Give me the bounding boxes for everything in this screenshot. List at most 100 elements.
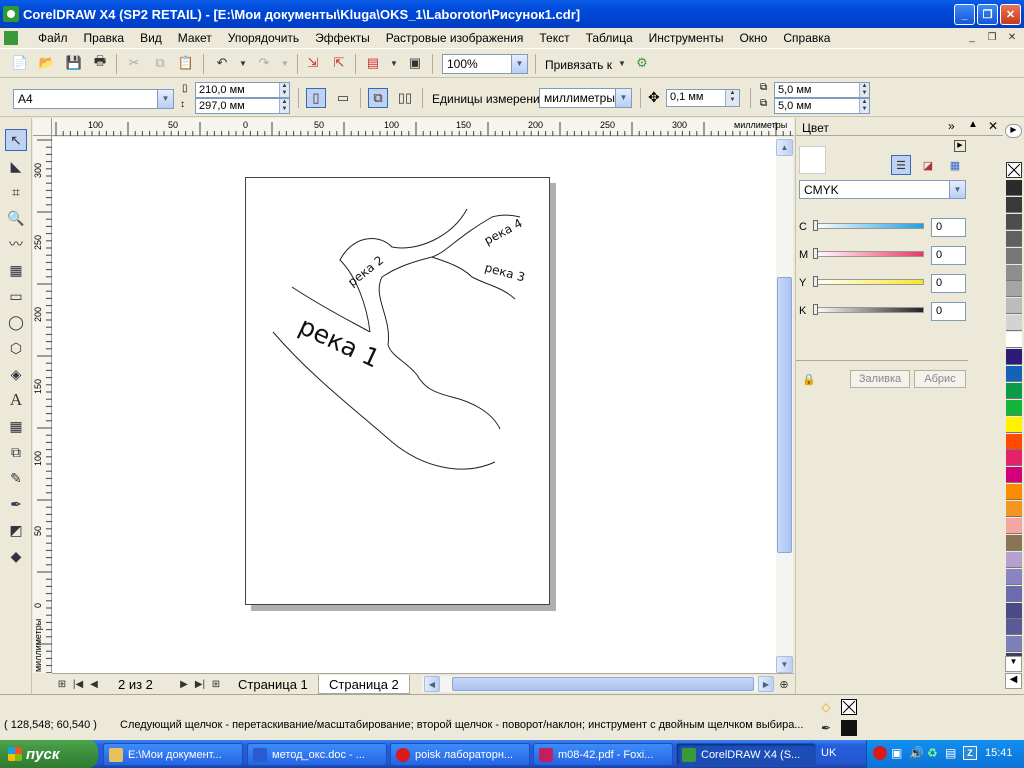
vertical-scroll-thumb[interactable] <box>777 277 792 553</box>
save-icon[interactable]: 💾 <box>64 53 84 73</box>
paper-type-combo[interactable]: A4 ▼ <box>13 89 174 109</box>
palette-swatch[interactable] <box>1006 433 1022 450</box>
palette-swatch[interactable] <box>1006 518 1022 534</box>
palette-swatch[interactable] <box>1006 213 1022 230</box>
open-folder-icon[interactable]: 📂 <box>37 53 57 73</box>
spin-updown-icon[interactable]: ▲ ▼ <box>279 83 289 97</box>
polygon-tool-icon[interactable]: ⬡ <box>5 337 27 359</box>
ruler-corner[interactable] <box>33 118 52 136</box>
menu-file[interactable]: Файл <box>30 28 76 48</box>
palette-swatch[interactable] <box>1006 264 1022 281</box>
outline-pen-icon[interactable]: ✒ <box>816 718 836 738</box>
doc-close-button[interactable]: ✕ <box>1004 30 1020 45</box>
horizontal-scroll-thumb[interactable] <box>452 677 754 691</box>
channel-value-field[interactable]: 0 <box>931 274 966 293</box>
palette-swatch[interactable] <box>1006 534 1022 551</box>
palette-swatch[interactable] <box>1006 501 1022 518</box>
undo-dropdown-icon[interactable]: ▼ <box>233 53 253 73</box>
chevron-down-icon[interactable]: ▼ <box>949 181 965 198</box>
palette-swatch[interactable] <box>1006 247 1022 264</box>
outline-color-swatch[interactable] <box>841 720 857 736</box>
zoom-level-combo[interactable]: 100% ▼ <box>442 54 528 74</box>
palette-swatch[interactable] <box>1006 416 1022 433</box>
antivirus-tray-icon[interactable]: ▤ <box>945 746 956 760</box>
new-document-icon[interactable]: 📄 <box>10 53 30 73</box>
fill-tool-icon[interactable]: ◩ <box>5 519 27 541</box>
import-icon[interactable]: ⇲ <box>303 53 323 73</box>
taskbar-item-opera[interactable]: poisk лабораторн... <box>390 743 530 766</box>
menu-window[interactable]: Окно <box>731 28 775 48</box>
duplicate-y-field[interactable]: 5,0 мм ▲ ▼ <box>774 98 870 114</box>
taskbar-item-word[interactable]: метод_окс.doc - ... <box>247 743 387 766</box>
palette-swatch[interactable] <box>1006 281 1022 298</box>
copy-icon[interactable]: ⧉ <box>150 53 170 73</box>
rectangle-tool-icon[interactable]: ▭ <box>5 285 27 307</box>
crop-tool-icon[interactable]: ⌗ <box>5 181 27 203</box>
channel-slider-track[interactable] <box>814 223 924 229</box>
docker-close-icon[interactable]: ✕ <box>988 119 998 133</box>
lock-icon[interactable]: 🔒 <box>799 369 819 389</box>
channel-slider-track[interactable] <box>814 307 924 313</box>
recycle-tray-icon[interactable]: ♻ <box>927 746 938 760</box>
print-icon[interactable]: 🖶 <box>90 53 110 73</box>
zoom-navigator-icon[interactable]: ⊕ <box>775 675 793 693</box>
palette-swatch[interactable] <box>1006 568 1022 585</box>
menu-layout[interactable]: Макет <box>170 28 220 48</box>
nudge-distance-field[interactable]: 0,1 мм ▲ ▼ <box>666 89 740 107</box>
chevron-down-icon[interactable]: ▼ <box>157 90 173 108</box>
scroll-up-icon[interactable]: ▲ <box>776 139 793 156</box>
page-height-field[interactable]: 297,0 мм ▲ ▼ <box>195 98 290 114</box>
menu-bitmaps[interactable]: Растровые изображения <box>378 28 532 48</box>
palette-swatch[interactable] <box>1006 382 1022 399</box>
menu-tools[interactable]: Инструменты <box>641 28 732 48</box>
no-color-swatch[interactable] <box>1006 162 1022 178</box>
river-1-right-bank[interactable] <box>387 344 501 430</box>
docker-expand-icon[interactable]: » <box>948 119 955 133</box>
vertical-scrollbar[interactable]: ▲ ▼ <box>776 137 793 673</box>
outline-tool-icon[interactable]: ✒ <box>5 493 27 515</box>
menu-table[interactable]: Таблица <box>578 28 641 48</box>
page-width-field[interactable]: 210,0 мм ▲ ▼ <box>195 82 290 98</box>
color-palettes-icon[interactable]: ▦ <box>945 155 965 175</box>
welcome-screen-icon[interactable]: ▣ <box>405 53 425 73</box>
options-icon[interactable]: ⚙ <box>632 53 652 73</box>
language-indicator[interactable]: UK <box>821 747 836 759</box>
palette-swatch[interactable] <box>1006 349 1022 365</box>
zoom-tool-icon[interactable]: 🔍 <box>5 207 27 229</box>
river-1-lower-bank[interactable] <box>272 331 496 470</box>
spin-updown-icon[interactable]: ▲ ▼ <box>859 99 869 113</box>
undo-icon[interactable]: ↶ <box>212 53 232 73</box>
spin-updown-icon[interactable]: ▲ ▼ <box>859 83 869 97</box>
doc-restore-button[interactable]: ❐ <box>984 30 1000 45</box>
minimize-button[interactable]: _ <box>954 4 975 25</box>
redo-icon[interactable]: ↷ <box>254 53 274 73</box>
palette-swatch[interactable] <box>1006 636 1022 653</box>
scroll-down-icon[interactable]: ▼ <box>776 656 793 673</box>
interactive-fill-tool-icon[interactable]: ◆ <box>5 545 27 567</box>
clock[interactable]: 15:41 <box>985 747 1013 759</box>
freehand-tool-icon[interactable]: 〰 <box>5 233 27 255</box>
label-river-3[interactable]: река 3 <box>483 260 526 284</box>
color-model-combo[interactable]: CMYK ▼ <box>799 180 966 199</box>
palette-swatch[interactable] <box>1006 399 1022 416</box>
doc-minimize-button[interactable]: _ <box>964 30 980 45</box>
palette-swatch[interactable] <box>1006 602 1022 619</box>
tab-page-1[interactable]: Страница 1 <box>228 675 318 694</box>
taskbar-item-coreldraw[interactable]: CorelDRAW X4 (S... <box>676 743 816 766</box>
label-river-4[interactable]: река 4 <box>482 216 525 248</box>
drawing-canvas[interactable]: река 1 река 2 река 3 река 4 <box>52 137 776 673</box>
palette-swatch[interactable] <box>1006 619 1022 636</box>
scroll-right-icon[interactable]: ▶ <box>758 676 774 692</box>
channel-value-field[interactable]: 0 <box>931 218 966 237</box>
palette-swatch[interactable] <box>1006 230 1022 247</box>
paste-icon[interactable]: 📋 <box>176 53 196 73</box>
tab-page-2[interactable]: Страница 2 <box>318 675 410 694</box>
all-pages-icon[interactable]: ⧉ <box>368 88 388 108</box>
smart-fill-tool-icon[interactable]: ▦ <box>5 259 27 281</box>
palette-swatch[interactable] <box>1006 315 1022 332</box>
scroll-left-icon[interactable]: ◀ <box>424 676 440 692</box>
application-launcher-icon[interactable]: ▤ <box>363 53 383 73</box>
cut-icon[interactable]: ✂ <box>124 53 144 73</box>
volume-tray-icon[interactable]: 🔊 <box>909 746 924 760</box>
palette-swatch[interactable] <box>1006 298 1022 315</box>
